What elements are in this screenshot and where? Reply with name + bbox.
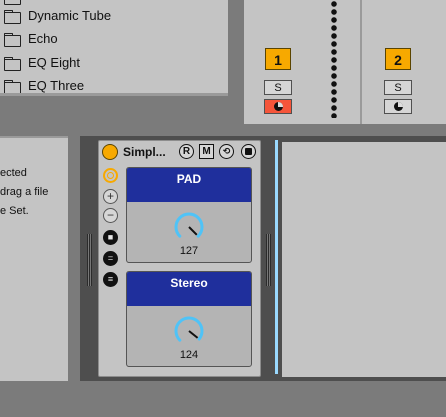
device-title-bar[interactable]: Simpl... R M ⟲ [99, 141, 260, 163]
browser-item-label: Dynamic Tube [28, 8, 112, 23]
browser-item-dynamic-tube[interactable]: Dynamic Tube [0, 5, 228, 27]
folder-icon [4, 0, 21, 5]
divider [360, 0, 362, 124]
track-1-solo-button[interactable]: S [264, 80, 292, 95]
hot-swap-icon[interactable]: ⟲ [219, 144, 234, 159]
knob-needle [188, 330, 199, 339]
map-button[interactable]: M [199, 144, 214, 159]
insert-marker [275, 140, 278, 374]
device-drop-area[interactable] [282, 142, 446, 377]
output-level-meter [266, 234, 271, 286]
knob-needle [188, 226, 198, 236]
macro-knob-pad[interactable] [172, 210, 206, 244]
info-panel: ected drag a file e Set. [0, 138, 68, 382]
camera-icon[interactable]: ■ [103, 230, 118, 245]
randomize-icon[interactable] [103, 168, 118, 183]
variations-icon[interactable]: = [103, 251, 118, 266]
track-2-arm-button[interactable] [384, 99, 412, 114]
folder-icon [4, 80, 21, 94]
browser-item-label: EQ Three [28, 78, 85, 93]
rack-button[interactable]: R [179, 144, 194, 159]
macro-stereo: Stereo 124 [126, 271, 252, 367]
simpler-rack-device: Simpl... R M ⟲ + − ■ = ≡ PAD 127 Stereo … [98, 140, 261, 377]
knob-ring [174, 316, 204, 342]
macro-label: Stereo [127, 272, 251, 306]
save-preset-icon[interactable] [241, 144, 256, 159]
mixer-section: 1 S 2 S [236, 0, 446, 124]
macro-pad: PAD 127 [126, 167, 252, 263]
track-2-activator[interactable]: 2 [385, 48, 411, 70]
track-divider-dots [331, 0, 337, 118]
macro-value: 127 [179, 245, 199, 257]
browser-item-label: Echo [28, 31, 58, 46]
status-area [0, 381, 446, 417]
input-level-meter [87, 234, 92, 286]
browser-scroll-edge [0, 93, 228, 96]
browser-item-echo[interactable]: Echo [0, 28, 228, 50]
device-power-icon[interactable] [102, 144, 118, 160]
macro-value: 124 [179, 349, 199, 361]
track-1-activator[interactable]: 1 [265, 48, 291, 70]
browser-item-eq-eight[interactable]: EQ Eight [0, 52, 228, 74]
macro-list-icon[interactable]: ≡ [103, 272, 118, 287]
folder-icon [4, 10, 21, 24]
folder-icon [4, 33, 21, 47]
remove-macro-icon[interactable]: − [103, 208, 118, 223]
track-2-solo-button[interactable]: S [384, 80, 412, 95]
info-text-line: ected [0, 167, 27, 179]
record-arm-icon [394, 102, 403, 111]
browser-panel: Dynamic Tube Echo EQ Eight EQ Three [0, 0, 228, 96]
macro-knob-stereo[interactable] [172, 314, 206, 348]
add-macro-icon[interactable]: + [103, 189, 118, 204]
divider [236, 0, 244, 124]
divider [68, 136, 80, 382]
macro-label: PAD [127, 168, 251, 202]
device-name: Simpl... [123, 145, 166, 159]
folder-icon [4, 57, 21, 71]
browser-item-label: EQ Eight [28, 55, 81, 70]
knob-ring [174, 212, 204, 238]
track-1-arm-button[interactable] [264, 99, 292, 114]
info-text-line: drag a file [0, 186, 49, 198]
record-arm-icon [274, 102, 283, 111]
info-text-line: e Set. [0, 205, 29, 217]
